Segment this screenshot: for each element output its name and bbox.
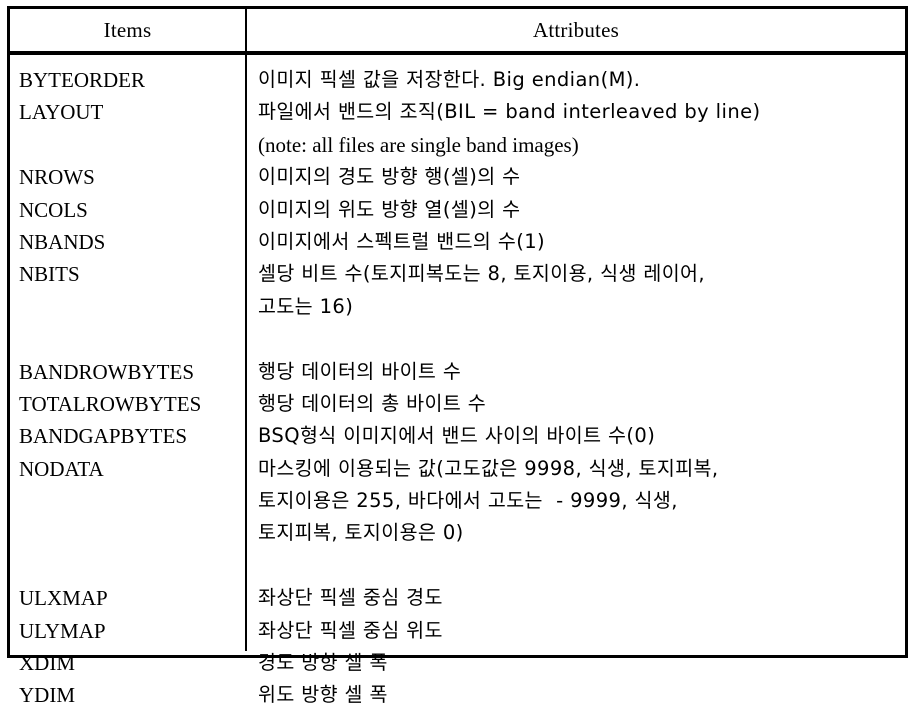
item-name: NCOLS [19, 197, 88, 222]
attribute-text: 행당 데이터의 바이트 수 [258, 359, 462, 383]
table-body: BYTEORDER LAYOUT NROWS NCOLS NBANDS NBITS BAND… [10, 55, 905, 707]
item-name: BANDGAPBYTES [19, 424, 188, 449]
item-name: NBANDS [19, 229, 106, 254]
item-name-spacer [19, 323, 245, 355]
item-name-spacer [19, 517, 245, 549]
attribute-text: 이미지의 경도 방향 행(셀)의 수 [258, 165, 521, 189]
item-name: ULYMAP [19, 618, 106, 643]
item-name: BANDROWBYTES [19, 359, 195, 384]
item-name: YDIM [19, 683, 75, 708]
attributes-column: 이미지 픽셀 값을 저장한다. Big endian(M). 파일에서 밴드의 조… [247, 55, 905, 706]
items-column: BYTEORDER LAYOUT NROWS NCOLS NBANDS NBITS BAND… [10, 55, 247, 707]
item-name-spacer [19, 291, 245, 323]
attribute-text: 행당 데이터의 총 바이트 수 [258, 391, 487, 415]
item-name: ULXMAP [19, 586, 108, 611]
item-name: NROWS [19, 165, 95, 190]
attribute-text: 파일에서 밴드의 조직(BIL = band interleaved by li… [258, 100, 761, 124]
attribute-text: (note: all files are single band images) [258, 132, 579, 157]
table-header-row: Items Attributes [10, 9, 905, 55]
item-name: NODATA [19, 456, 104, 481]
attribute-text: 마스킹에 이용되는 값(고도값은 9998, 식생, 토지피복, [258, 456, 719, 480]
item-name: BYTEORDER [19, 68, 145, 92]
attribute-text: 이미지에서 스펙트럴 밴드의 수(1) [258, 229, 546, 253]
column-header-items: Items [10, 9, 247, 51]
attribute-text: BSQ형식 이미지에서 밴드 사이의 바이트 수(0) [258, 424, 656, 448]
attribute-text: 셀당 비트 수(토지피복도는 8, 토지이용, 식생 레이어, [258, 262, 706, 286]
item-name: LAYOUT [19, 100, 104, 125]
attribute-text: 토지이용은 255, 바다에서 고도는 - 9999, 식생, [258, 489, 678, 513]
attribute-text-spacer [258, 323, 905, 355]
attribute-text: 위도 방향 셀 폭 [258, 683, 388, 707]
attribute-text: 이미지의 위도 방향 열(셀)의 수 [258, 197, 521, 221]
item-name-spacer [19, 129, 245, 161]
attribute-text: 좌상단 픽셀 중심 위도 [258, 618, 443, 642]
item-name: NBITS [19, 262, 80, 287]
attribute-text: 경도 방향 셀 폭 [258, 651, 388, 675]
column-header-attributes: Attributes [533, 17, 619, 42]
attribute-text: 좌상단 픽셀 중심 경도 [258, 586, 443, 610]
attribute-text: 토지피복, 토지이용은 0) [258, 521, 464, 545]
attribute-text: 이미지 픽셀 값을 저장한다. Big endian(M). [258, 68, 641, 91]
attribute-text: 고도는 16) [258, 294, 354, 318]
item-name: XDIM [19, 651, 75, 676]
attribute-text-spacer [258, 550, 905, 582]
items-attributes-table: Items Attributes BYTEORDER LAYOUT NROWS NCO… [7, 6, 908, 707]
item-name-spacer [19, 485, 245, 517]
item-name-spacer [19, 550, 245, 582]
item-name: TOTALROWBYTES [19, 391, 202, 416]
